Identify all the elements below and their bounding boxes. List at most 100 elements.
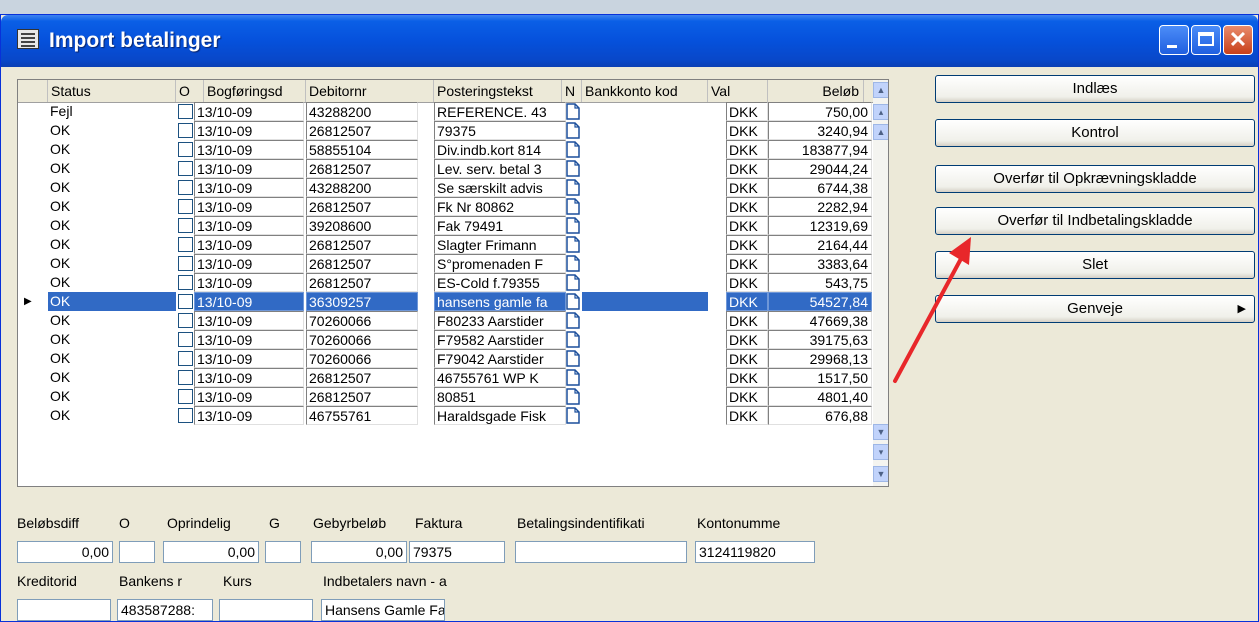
maximize-button[interactable] xyxy=(1191,25,1221,55)
o-checkbox[interactable] xyxy=(178,370,193,385)
table-row[interactable]: OK 13/10-09 26812507 S°promenaden F DKK 3383,… xyxy=(18,254,873,273)
o-checkbox[interactable] xyxy=(178,408,193,423)
currency-cell[interactable]: DKK xyxy=(726,330,768,349)
betalingsidentifikation-field[interactable] xyxy=(515,541,687,563)
o-field[interactable] xyxy=(119,541,155,563)
note-icon[interactable] xyxy=(566,312,580,329)
header-val[interactable]: Val xyxy=(708,80,768,102)
bankkonto-cell[interactable] xyxy=(582,197,708,216)
header-bankkonto[interactable]: Bankkonto kod xyxy=(582,80,708,102)
note-icon[interactable] xyxy=(566,407,580,424)
currency-cell[interactable]: DKK xyxy=(726,292,768,311)
currency-cell[interactable]: DKK xyxy=(726,140,768,159)
debitor-cell[interactable]: 26812507 xyxy=(306,159,418,178)
kurs-field[interactable] xyxy=(219,599,313,621)
amount-cell[interactable]: 1517,50 xyxy=(768,368,872,387)
date-cell[interactable]: 13/10-09 xyxy=(194,140,304,159)
amount-cell[interactable]: 47669,38 xyxy=(768,311,872,330)
currency-cell[interactable]: DKK xyxy=(726,197,768,216)
bankkonto-cell[interactable] xyxy=(582,159,708,178)
text-cell[interactable]: Haraldsgade Fisk xyxy=(434,406,566,425)
text-cell[interactable]: Fk Nr 80862 xyxy=(434,197,566,216)
date-cell[interactable]: 13/10-09 xyxy=(194,254,304,273)
debitor-cell[interactable]: 36309257 xyxy=(306,292,418,311)
text-cell[interactable]: F79582 Aarstider xyxy=(434,330,566,349)
status-cell[interactable]: OK xyxy=(48,368,176,387)
bankkonto-cell[interactable] xyxy=(582,368,708,387)
o-checkbox[interactable] xyxy=(178,294,193,309)
faktura-field[interactable]: 79375 xyxy=(409,541,505,563)
amount-cell[interactable]: 6744,38 xyxy=(768,178,872,197)
status-cell[interactable]: OK xyxy=(48,387,176,406)
bankkonto-cell[interactable] xyxy=(582,216,708,235)
note-icon[interactable] xyxy=(566,236,580,253)
header-status[interactable]: Status xyxy=(48,80,176,102)
lookup-icon[interactable]: ⇛ xyxy=(420,292,429,305)
debitor-cell[interactable]: 70260066 xyxy=(306,349,418,368)
scroll-page-up-icon[interactable]: ▴ xyxy=(873,104,888,120)
date-cell[interactable]: 13/10-09 xyxy=(194,159,304,178)
amount-cell[interactable]: 39175,63 xyxy=(768,330,872,349)
status-cell[interactable]: OK xyxy=(48,273,176,292)
debitor-cell[interactable]: 26812507 xyxy=(306,273,418,292)
scroll-top-icon[interactable]: ▲ xyxy=(873,124,888,140)
bankkonto-cell[interactable] xyxy=(582,387,708,406)
header-o[interactable]: O xyxy=(176,80,204,102)
table-row[interactable]: OK 13/10-09 70260066 F79582 Aarstider DKK 391… xyxy=(18,330,873,349)
table-row[interactable]: OK 13/10-09 26812507 Fk Nr 80862 DKK 2282,94 xyxy=(18,197,873,216)
currency-cell[interactable]: DKK xyxy=(726,159,768,178)
amount-cell[interactable]: 676,88 xyxy=(768,406,872,425)
date-cell[interactable]: 13/10-09 xyxy=(194,311,304,330)
table-row[interactable]: OK 13/10-09 26812507 79375 DKK 3240,94 xyxy=(18,121,873,140)
currency-cell[interactable]: DKK xyxy=(726,406,768,425)
bankkonto-cell[interactable] xyxy=(582,349,708,368)
table-row[interactable]: OK 13/10-09 39208600 Fak 79491 DKK 12319,69 xyxy=(18,216,873,235)
debitor-cell[interactable]: 43288200 xyxy=(306,102,418,121)
date-cell[interactable]: 13/10-09 xyxy=(194,235,304,254)
date-cell[interactable]: 13/10-09 xyxy=(194,330,304,349)
gebyrbelob-field[interactable]: 0,00 xyxy=(311,541,407,563)
table-row[interactable]: OK 13/10-09 70260066 F79042 Aarstider DKK 299… xyxy=(18,349,873,368)
table-row[interactable]: OK 13/10-09 46755761 Haraldsgade Fisk DKK 676… xyxy=(18,406,873,425)
amount-cell[interactable]: 12319,69 xyxy=(768,216,872,235)
note-icon[interactable] xyxy=(566,331,580,348)
amount-cell[interactable]: 2164,44 xyxy=(768,235,872,254)
indbetaler-field[interactable]: Hansens Gamle Famili xyxy=(321,599,445,621)
close-button[interactable]: ✕ xyxy=(1223,25,1253,55)
o-checkbox[interactable] xyxy=(178,351,193,366)
text-cell[interactable]: F80233 Aarstider xyxy=(434,311,566,330)
amount-cell[interactable]: 183877,94 xyxy=(768,140,872,159)
text-cell[interactable]: 79375 xyxy=(434,121,566,140)
text-cell[interactable]: hansens gamle fa xyxy=(434,292,566,311)
table-row[interactable]: Fejl 13/10-09 43288200 REFERENCE. 43 DKK 750,… xyxy=(18,102,873,121)
currency-cell[interactable]: DKK xyxy=(726,349,768,368)
amount-cell[interactable]: 29968,13 xyxy=(768,349,872,368)
debitor-cell[interactable]: 58855104 xyxy=(306,140,418,159)
o-checkbox[interactable] xyxy=(178,256,193,271)
bankkonto-cell[interactable] xyxy=(582,273,708,292)
status-cell[interactable]: OK xyxy=(48,235,176,254)
bankkonto-cell[interactable] xyxy=(582,406,708,425)
text-cell[interactable]: ES-Cold f.79355 xyxy=(434,273,566,292)
date-cell[interactable]: 13/10-09 xyxy=(194,387,304,406)
header-posteringstekst[interactable]: Posteringstekst xyxy=(434,80,562,102)
scroll-bottom-icon[interactable]: ▼ xyxy=(873,424,888,440)
bankkonto-cell[interactable] xyxy=(582,311,708,330)
text-cell[interactable]: REFERENCE. 43 xyxy=(434,102,566,121)
title-bar[interactable]: Import betalinger ✕ xyxy=(1,15,1258,67)
note-icon[interactable] xyxy=(566,350,580,367)
text-cell[interactable]: Slagter Frimann xyxy=(434,235,566,254)
note-icon[interactable] xyxy=(566,388,580,405)
amount-cell[interactable]: 3240,94 xyxy=(768,121,872,140)
status-cell[interactable]: OK xyxy=(48,292,176,311)
scroll-page-down-icon[interactable]: ▾ xyxy=(873,444,888,460)
bankkonto-cell[interactable] xyxy=(582,292,708,311)
table-row[interactable]: OK 13/10-09 26812507 ES-Cold f.79355 DKK 543,… xyxy=(18,273,873,292)
note-icon[interactable] xyxy=(566,141,580,158)
amount-cell[interactable]: 29044,24 xyxy=(768,159,872,178)
currency-cell[interactable]: DKK xyxy=(726,216,768,235)
date-cell[interactable]: 13/10-09 xyxy=(194,368,304,387)
amount-cell[interactable]: 543,75 xyxy=(768,273,872,292)
header-bogforingsdato[interactable]: Bogføringsd xyxy=(204,80,306,102)
debitor-cell[interactable]: 70260066 xyxy=(306,330,418,349)
